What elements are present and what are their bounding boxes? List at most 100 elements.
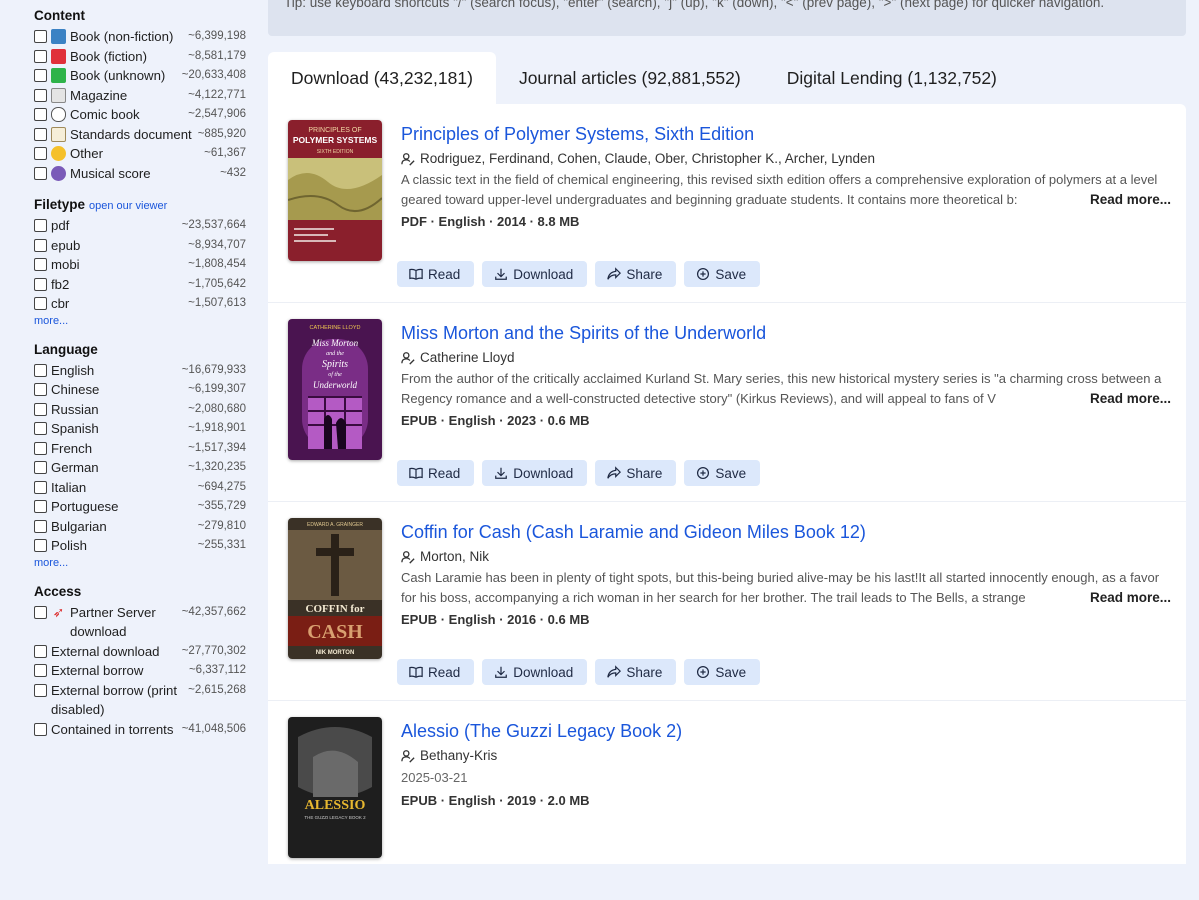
result-title-link[interactable]: Principles of Polymer Systems, Sixth Edi… (401, 120, 1171, 148)
checkbox[interactable] (34, 277, 47, 291)
checkbox[interactable] (34, 519, 47, 533)
tab-journal-articles[interactable]: Journal articles (92,881,552) (496, 52, 764, 104)
share-button[interactable]: Share (595, 460, 677, 486)
checkbox[interactable] (34, 88, 47, 102)
checkbox[interactable] (34, 480, 47, 494)
facet-filetype-fb2[interactable]: fb2 ~1,705,642 (34, 275, 246, 295)
tab-download[interactable]: Download (43,232,181) (268, 52, 496, 104)
read-more-link[interactable]: Read more... (1085, 190, 1171, 210)
read-button[interactable]: Read (397, 261, 475, 287)
checkbox[interactable] (34, 297, 47, 310)
read-more-link[interactable]: Read more... (1085, 389, 1171, 409)
open-viewer-link[interactable]: open our viewer (89, 200, 167, 212)
book-cover[interactable]: ALESSIO THE GUZZI LEGACY BOOK 2 (288, 717, 382, 858)
checkbox[interactable] (34, 258, 47, 271)
share-button[interactable]: Share (595, 261, 677, 287)
book-cover[interactable]: PRINCIPLES OF POLYMER SYSTEMS SIXTH EDIT… (288, 120, 382, 261)
keyboard-tip-bar: Tip: use keyboard shortcuts "/" (search … (268, 0, 1186, 36)
speech-bubble-icon (51, 107, 66, 122)
read-button[interactable]: Read (397, 460, 475, 486)
tip-text: Tip: use keyboard shortcuts "/" (search … (284, 0, 1105, 10)
read-button[interactable]: Read (397, 659, 475, 685)
checkbox[interactable] (34, 441, 47, 455)
facet-label: Bulgarian (51, 518, 107, 534)
book-cover[interactable]: CATHERINE LLOYD Miss Morton and the Spir… (288, 319, 382, 460)
facet-access-external-borrow-print-disabled[interactable]: External borrow (print disabled) ~2,615,… (34, 681, 246, 720)
checkbox[interactable] (34, 69, 47, 82)
facet-comic-book[interactable]: Comic book ~2,547,906 (34, 105, 246, 125)
save-button[interactable]: Save (684, 659, 761, 685)
checkbox[interactable] (34, 147, 47, 160)
access-facet-title: Access (34, 583, 82, 599)
checkbox[interactable] (34, 644, 47, 658)
save-button[interactable]: Save (684, 460, 761, 486)
checkbox[interactable] (34, 402, 47, 416)
checkbox[interactable] (34, 500, 47, 513)
facet-filetype-mobi[interactable]: mobi ~1,808,454 (34, 255, 246, 275)
checkbox[interactable] (34, 108, 47, 121)
filetype-more-link[interactable]: more... (34, 314, 246, 328)
facet-filetype-epub[interactable]: epub ~8,934,707 (34, 236, 246, 256)
result-author: Catherine Lloyd (401, 347, 1171, 369)
download-button[interactable]: Download (482, 261, 588, 287)
facet-filetype-cbr[interactable]: cbr ~1,507,613 (34, 294, 246, 314)
read-more-link[interactable]: Read more... (1085, 588, 1171, 608)
facet-language-english[interactable]: English ~16,679,933 (34, 361, 246, 381)
facet-language-portuguese[interactable]: Portuguese ~355,729 (34, 497, 246, 517)
checkbox[interactable] (34, 127, 47, 141)
checkbox[interactable] (34, 238, 47, 252)
facet-access-partner-server[interactable]: ➶ Partner Server download ~42,357,662 (34, 603, 246, 642)
download-button[interactable]: Download (482, 659, 588, 685)
checkbox[interactable] (34, 49, 47, 63)
facet-language-italian[interactable]: Italian ~694,275 (34, 478, 246, 498)
facet-language-russian[interactable]: Russian ~2,080,680 (34, 400, 246, 420)
checkbox[interactable] (34, 461, 47, 474)
facet-book-unknown[interactable]: Book (unknown) ~20,633,408 (34, 66, 246, 86)
download-label: Download (513, 465, 574, 481)
facet-count: ~6,399,198 (188, 30, 246, 42)
download-icon (495, 666, 508, 678)
facet-language-spanish[interactable]: Spanish ~1,918,901 (34, 419, 246, 439)
book-cover[interactable]: EDWARD A. GRAINGER COFFIN for CASH NIK M… (288, 518, 382, 659)
checkbox[interactable] (34, 383, 47, 396)
checkbox[interactable] (34, 683, 47, 697)
user-edit-icon (401, 352, 415, 365)
checkbox[interactable] (34, 539, 47, 552)
checkbox[interactable] (34, 664, 47, 677)
facet-language-chinese[interactable]: Chinese ~6,199,307 (34, 380, 246, 400)
checkbox[interactable] (34, 30, 47, 43)
facet-count: ~1,517,394 (188, 441, 246, 454)
facet-language-polish[interactable]: Polish ~255,331 (34, 536, 246, 556)
checkbox[interactable] (34, 166, 47, 180)
download-button[interactable]: Download (482, 460, 588, 486)
language-more-link[interactable]: more... (34, 556, 246, 570)
facet-other[interactable]: Other ~61,367 (34, 144, 246, 164)
checkbox[interactable] (34, 722, 47, 736)
facet-language-german[interactable]: German ~1,320,235 (34, 458, 246, 478)
checkbox[interactable] (34, 605, 47, 619)
facet-count: ~8,581,179 (188, 49, 246, 62)
checkbox[interactable] (34, 422, 47, 435)
result-info: Alessio (The Guzzi Legacy Book 2) Bethan… (401, 717, 1171, 813)
facet-book-fiction[interactable]: Book (fiction) ~8,581,179 (34, 47, 246, 67)
share-button[interactable]: Share (595, 659, 677, 685)
checkbox[interactable] (34, 219, 47, 232)
checkbox[interactable] (34, 363, 47, 377)
save-button[interactable]: Save (684, 261, 761, 287)
tab-digital-lending[interactable]: Digital Lending (1,132,752) (764, 52, 1020, 104)
facet-standards-document[interactable]: Standards document ~885,920 (34, 125, 246, 145)
facet-magazine[interactable]: Magazine ~4,122,771 (34, 86, 246, 106)
result-meta: EPUB · English · 2023 · 0.6 MB (401, 413, 590, 428)
result-title-link[interactable]: Miss Morton and the Spirits of the Under… (401, 319, 1171, 347)
result-title-link[interactable]: Coffin for Cash (Cash Laramie and Gideon… (401, 518, 1171, 546)
facet-language-bulgarian[interactable]: Bulgarian ~279,810 (34, 517, 246, 537)
result-title-link[interactable]: Alessio (The Guzzi Legacy Book 2) (401, 717, 1171, 745)
facet-access-torrents[interactable]: Contained in torrents ~41,048,506 (34, 720, 246, 740)
facet-filetype-pdf[interactable]: pdf ~23,537,664 (34, 216, 246, 236)
facet-musical-score[interactable]: Musical score ~432 (34, 164, 246, 184)
facet-language-french[interactable]: French ~1,517,394 (34, 439, 246, 459)
facet-access-external-download[interactable]: External download ~27,770,302 (34, 642, 246, 662)
facet-sidebar: Content Book (non-fiction) ~6,399,198 Bo… (0, 0, 258, 840)
facet-access-external-borrow[interactable]: External borrow ~6,337,112 (34, 661, 246, 681)
facet-book-nonfiction[interactable]: Book (non-fiction) ~6,399,198 (34, 27, 246, 47)
